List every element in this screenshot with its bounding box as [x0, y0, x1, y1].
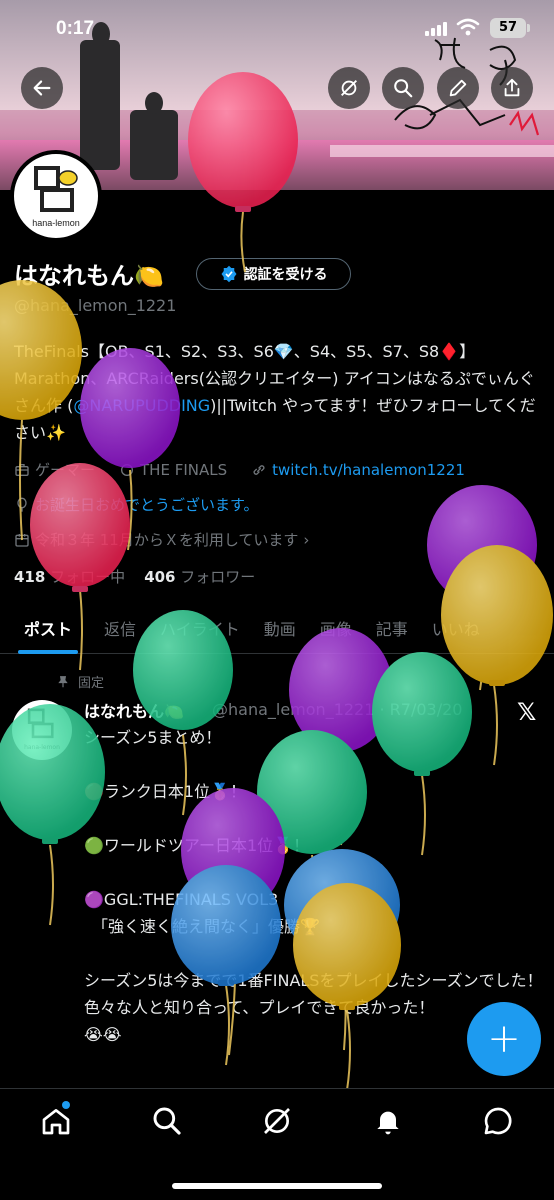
grok-button[interactable] — [328, 67, 370, 109]
share-icon — [504, 78, 520, 97]
profile-name: はなれもん🍋 — [14, 262, 164, 290]
search-button[interactable] — [382, 67, 424, 109]
profile-website-link[interactable]: twitch.tv/hanalemon1221 — [272, 461, 465, 479]
briefcase-icon — [15, 463, 29, 476]
profile-affiliation[interactable]: THE FINALS — [140, 461, 227, 479]
pin-icon — [58, 675, 68, 687]
bell-icon[interactable] — [372, 1105, 404, 1137]
pencil-icon — [449, 79, 467, 97]
tab-images[interactable]: 画像 — [308, 606, 364, 654]
banner-figure-head — [92, 22, 110, 46]
pinned-label: 固定 — [78, 676, 105, 691]
birthday-text: お誕生日おめでとうございます。 — [35, 496, 259, 514]
tab-replies[interactable]: 返信 — [92, 606, 148, 654]
get-verified-label: 認証を受ける — [243, 267, 328, 283]
home-icon[interactable] — [40, 1105, 72, 1137]
tab-posts[interactable]: ポスト — [0, 606, 92, 654]
following-label: フォロー中 — [50, 568, 126, 586]
battery-icon: 57 — [490, 18, 526, 38]
profile-handle: @hana_lemon_1221 — [14, 296, 177, 315]
followers-link[interactable]: 406 フォロワー — [144, 568, 255, 586]
lemon-logo-icon — [27, 708, 54, 739]
status-time: 0:17 — [56, 18, 95, 39]
cellular-signal-icon — [425, 22, 447, 36]
post-avatar-label: hana-lemon — [24, 744, 60, 751]
share-button[interactable] — [491, 67, 533, 109]
verified-badge-icon — [221, 265, 236, 283]
arrow-left-icon — [33, 80, 51, 96]
chevron-right-icon: › — [303, 530, 310, 549]
x-logo-icon: 𝕏 — [517, 698, 537, 726]
post-author-avatar[interactable]: hana-lemon — [12, 700, 72, 760]
tab-likes[interactable]: いいね — [420, 606, 492, 654]
home-indicator[interactable] — [172, 1183, 382, 1189]
search-icon[interactable] — [151, 1105, 183, 1137]
profile-birthday-row: お誕生日おめでとうございます。 — [14, 494, 259, 515]
following-link[interactable]: 418 フォロー中 — [14, 568, 125, 586]
tab-articles[interactable]: 記事 — [364, 606, 420, 654]
post-author-handle[interactable]: @hana_lemon_1221 · R7/03/20 — [212, 700, 462, 719]
tab-videos[interactable]: 動画 — [252, 606, 308, 654]
profile-meta-row: ゲーマー THE FINALS twitch.tv/hanalemon1221 — [14, 459, 465, 480]
profile-avatar[interactable]: hana-lemon — [10, 150, 102, 242]
calendar-icon — [15, 533, 29, 547]
messages-icon[interactable] — [482, 1105, 514, 1137]
plus-icon: + — [487, 1016, 521, 1062]
home-notification-dot — [62, 1101, 70, 1109]
banner-figure — [80, 40, 120, 170]
following-count: 418 — [14, 568, 46, 586]
edit-button[interactable] — [437, 67, 479, 109]
wifi-icon — [456, 18, 480, 36]
battery-tip — [527, 24, 530, 32]
profile-tabs: ポスト 返信 ハイライト 動画 画像 記事 いいね — [0, 606, 554, 654]
affiliation-icon — [121, 463, 134, 476]
bio-mention-link[interactable]: @NARUPUDDING — [73, 396, 210, 415]
search-icon — [394, 79, 413, 98]
grok-icon[interactable] — [261, 1105, 293, 1137]
post-text: シーズン5まとめ！ 🔴ランク日本1位🥇！ 🟢ワールドツアー日本1位🥇！ 🟣GGL… — [84, 728, 543, 1044]
compose-post-button[interactable]: + — [467, 1002, 541, 1076]
post-author-name[interactable]: はなれもん🍋 — [84, 698, 184, 722]
lemon-logo-icon — [34, 166, 78, 212]
tab-highlights[interactable]: ハイライト — [148, 606, 252, 654]
profile-category: ゲーマー — [35, 461, 96, 479]
profile-joined-row[interactable]: 令和３年 11月からＸを利用しています › — [14, 529, 309, 550]
back-button[interactable] — [21, 67, 63, 109]
profile-bio: TheFinals【OB、S1、S2、S3、S6💎、S4、S5、S7、S8♦️】… — [14, 338, 544, 446]
balloon-icon — [17, 497, 27, 512]
banner-figure — [130, 110, 178, 180]
followers-count: 406 — [144, 568, 176, 586]
followers-label: フォロワー — [180, 568, 256, 586]
pinned-indicator: 固定 — [56, 672, 104, 691]
avatar-label: hana-lemon — [32, 218, 80, 228]
get-verified-button[interactable]: 認証を受ける — [196, 258, 351, 290]
link-icon — [253, 464, 265, 475]
banner-figure-head — [145, 92, 163, 114]
grok-icon — [341, 80, 357, 96]
joined-text: 令和３年 11月からＸを利用しています — [35, 531, 299, 549]
follow-counts: 418 フォロー中 406 フォロワー — [14, 566, 255, 587]
